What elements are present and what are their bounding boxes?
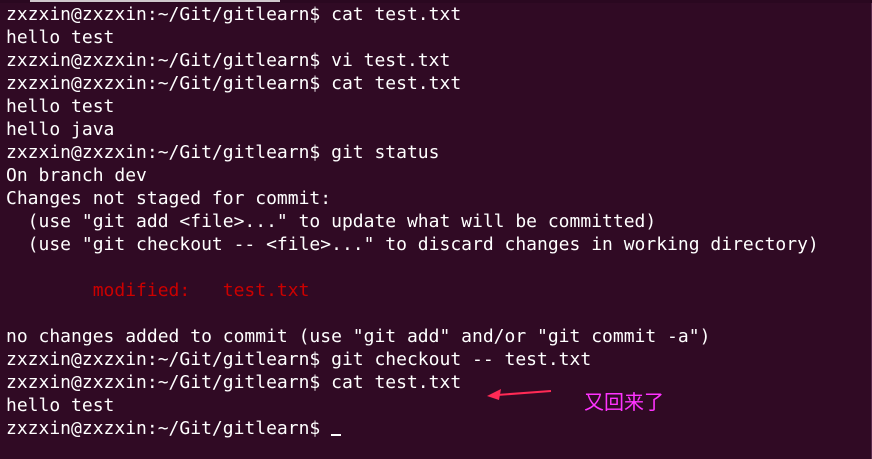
left-arrow-icon <box>487 389 552 400</box>
terminal-text: hello test <box>6 27 115 48</box>
terminal-text: no changes added to commit (use "git add… <box>6 326 711 347</box>
terminal-line: (use "git add <file>..." to update what … <box>6 210 871 233</box>
terminal-text: On branch dev <box>6 165 147 186</box>
terminal-window[interactable]: zxzxin@zxzxin:~/Git/gitlearn$ cat test.t… <box>0 0 872 459</box>
terminal-line: zxzxin@zxzxin:~/Git/gitlearn$ <box>6 417 871 440</box>
terminal-text: hello java <box>6 119 115 140</box>
terminal-line: hello test <box>6 26 871 49</box>
terminal-text: Changes not staged for commit: <box>6 188 332 209</box>
terminal-line: zxzxin@zxzxin:~/Git/gitlearn$ vi test.tx… <box>6 49 871 72</box>
terminal-line: hello test <box>6 394 871 417</box>
terminal-output: zxzxin@zxzxin:~/Git/gitlearn$ cat test.t… <box>6 3 871 440</box>
terminal-line: (use "git checkout -- <file>..." to disc… <box>6 233 871 256</box>
terminal-text: zxzxin@zxzxin:~/Git/gitlearn$ vi test.tx… <box>6 50 451 71</box>
terminal-line: Changes not staged for commit: <box>6 187 871 210</box>
terminal-text: (use "git checkout -- <file>..." to disc… <box>6 234 819 255</box>
terminal-line: zxzxin@zxzxin:~/Git/gitlearn$ git status <box>6 141 871 164</box>
terminal-text: zxzxin@zxzxin:~/Git/gitlearn$ cat test.t… <box>6 73 462 94</box>
terminal-text: zxzxin@zxzxin:~/Git/gitlearn$ git checko… <box>6 349 592 370</box>
previous-line-fragment <box>30 0 280 2</box>
terminal-text: hello test <box>6 395 115 416</box>
terminal-text: zxzxin@zxzxin:~/Git/gitlearn$ cat test.t… <box>6 4 462 25</box>
terminal-text: zxzxin@zxzxin:~/Git/gitlearn$ <box>6 418 332 439</box>
terminal-line: no changes added to commit (use "git add… <box>6 325 871 348</box>
terminal-line: modified: test.txt <box>6 279 871 302</box>
terminal-text: hello test <box>6 96 115 117</box>
terminal-line: zxzxin@zxzxin:~/Git/gitlearn$ git checko… <box>6 348 871 371</box>
terminal-line: zxzxin@zxzxin:~/Git/gitlearn$ cat test.t… <box>6 3 871 26</box>
annotation-note: 又回来了 <box>584 390 664 414</box>
terminal-line: hello test <box>6 95 871 118</box>
terminal-line: zxzxin@zxzxin:~/Git/gitlearn$ cat test.t… <box>6 72 871 95</box>
modified-file-entry: modified: test.txt <box>92 280 310 301</box>
terminal-line: On branch dev <box>6 164 871 187</box>
terminal-text: (use "git add <file>..." to update what … <box>6 211 657 232</box>
text-cursor <box>331 434 342 436</box>
terminal-text: zxzxin@zxzxin:~/Git/gitlearn$ cat test.t… <box>6 372 462 393</box>
terminal-text: zxzxin@zxzxin:~/Git/gitlearn$ git status <box>6 142 440 163</box>
terminal-line: zxzxin@zxzxin:~/Git/gitlearn$ cat test.t… <box>6 371 871 394</box>
terminal-line: hello java <box>6 118 871 141</box>
